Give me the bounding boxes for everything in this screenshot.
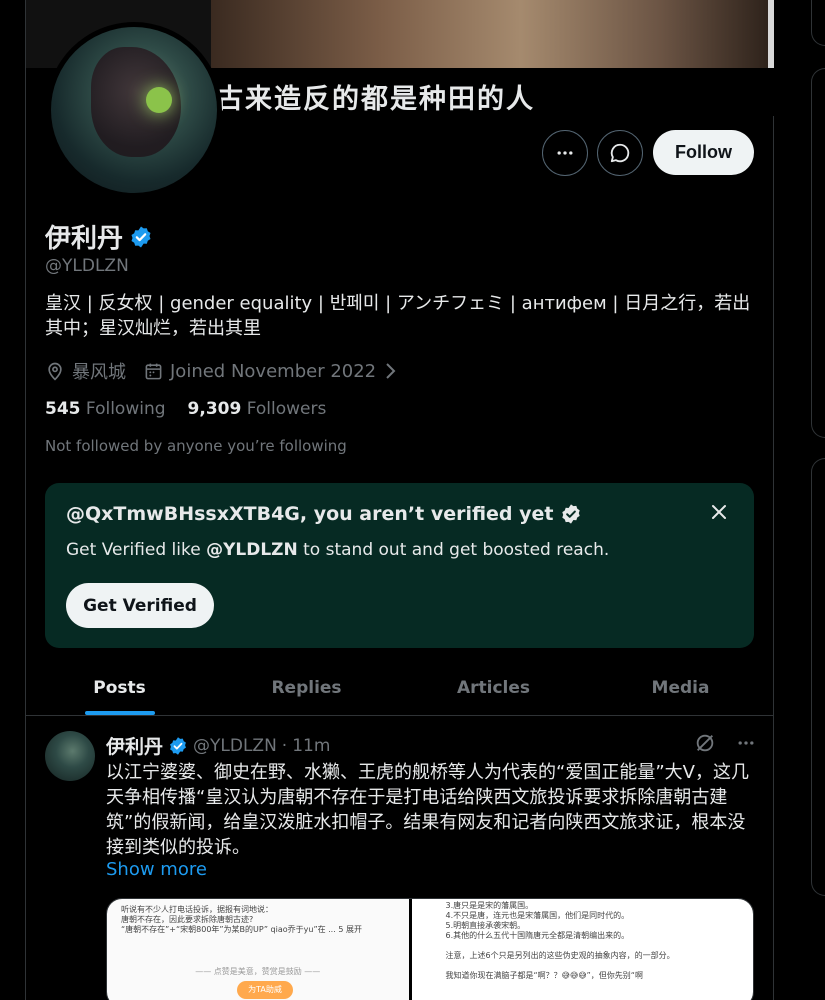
media-image-right[interactable]: 3.唐只是是宋的藩属国。 4.不只是唐，连元也是宋藩属国，他们是同时代的。 5.… [411,899,753,1000]
media-right-line: 6.其他的什么五代十国隋唐元全都是清朝编出来的。 [445,931,630,940]
tab-posts[interactable]: Posts [26,660,213,715]
media-left-line: 唐朝不存在，因此要求拆除唐朝古迹? [121,915,254,924]
media-right-line: 3.唐只是是宋的藩属国。 [445,901,534,910]
media-right-line: 4.不只是唐，连元也是宋藩属国，他们是同时代的。 [445,911,630,920]
search-box-edge[interactable] [811,0,825,46]
media-left-line: “唐朝不存在”+“宋朝800年”为某B的UP” qiao乔于yu”在 ... 5… [121,925,362,934]
name-row: 伊利丹 [45,218,153,255]
profile-meta: 暴风城 Joined November 2022 [45,358,409,384]
tab-media[interactable]: Media [587,660,774,715]
post-author-name[interactable]: 伊利丹 [106,732,163,759]
verify-text-handle[interactable]: @YLDLZN [206,540,298,560]
following-count: 545 [45,399,81,419]
verify-text-after: to stand out and get boosted reach. [297,540,610,560]
more-icon [557,151,573,155]
sidebar-card-edge [811,68,825,438]
follow-stats: 545 Following 9,309 Followers [45,399,326,419]
post-media[interactable]: 听说有不少人打电话投诉，据报有词地说： 唐朝不存在，因此要求拆除唐朝古迹? “唐… [106,898,754,1000]
verified-badge-icon[interactable] [129,225,153,249]
follow-button[interactable]: Follow [653,130,754,175]
verified-badge-icon [561,504,580,524]
display-name: 伊利丹 [45,224,124,254]
media-left-line: —— 点赞是美意，赞赏是鼓励 —— [195,967,321,976]
post-separator: · [281,735,288,756]
not-followed-note: Not followed by anyone you’re following [45,437,347,455]
verify-title-row: @QxTmwBHssxXTB4G, you aren’t verified ye… [66,503,582,525]
verify-title: @QxTmwBHssxXTB4G, you aren’t verified ye… [66,503,554,525]
location-icon [48,362,62,381]
verified-badge-icon [170,736,186,755]
verify-description: Get Verified like @YLDLZN to stand out a… [66,540,609,560]
right-sidebar-edge [811,0,825,1000]
profile-avatar[interactable] [46,22,222,198]
banner-caption: 古来造反的都是种田的人 [216,84,535,115]
chevron-right-icon [386,363,396,379]
show-more-link[interactable]: Show more [106,859,207,880]
message-icon [610,143,630,163]
following-link[interactable]: 545 Following [45,399,166,419]
post-avatar[interactable] [45,731,95,781]
banner-photo [211,0,774,68]
close-icon[interactable] [710,503,728,521]
avatar-image [51,27,217,193]
banner-edge [768,0,774,68]
media-right-line [446,941,720,951]
followers-link[interactable]: 9,309 Followers [188,399,327,419]
followers-count: 9,309 [187,399,242,419]
verify-text-before: Get Verified like [66,540,207,560]
message-button[interactable] [597,130,643,176]
post-text: 以江宁婆婆、御史在野、水獭、王虎的舰桥等人为代表的“爱国正能量”大V，这几天争相… [106,762,749,858]
calendar-icon [145,363,162,379]
media-right-line: 注意，上述6个只是另列出的这些伪史观的抽象内容，的一部分。 [445,951,675,960]
post-actions [694,732,756,754]
profile-handle: @YLDLZN [45,256,129,276]
profile-bio: 皇汉 | 反女权 | gender equality | 반페미 | アンチフェ… [45,293,751,339]
joined-text: Joined November 2022 [170,360,377,382]
post-header: 伊利丹 @YLDLZN · 11m [106,732,330,759]
profile-column: 古来造反的都是种田的人 Follow 伊利丹 @YLDLZN 皇汉 | 反女权 … [25,0,774,1000]
followers-label: Followers [246,399,327,419]
tab-replies[interactable]: Replies [213,660,400,715]
grok-icon[interactable] [694,732,716,754]
media-right-line [446,961,720,971]
post-timestamp[interactable]: 11m [292,736,330,756]
media-right-line: 5.明朝直接承袭宋朝。 [445,921,526,930]
more-options-button[interactable] [542,130,588,176]
media-image-left[interactable]: 听说有不少人打电话投诉，据报有词地说： 唐朝不存在，因此要求拆除唐朝古迹? “唐… [107,899,409,1000]
media-cheer-button: 为TA助威 [237,981,293,999]
post-author-handle[interactable]: @YLDLZN [193,736,277,756]
sidebar-card-edge [811,458,825,896]
location-text: 暴风城 [72,362,126,383]
media-left-line: 听说有不少人打电话投诉，据报有词地说： [121,905,273,914]
tab-articles[interactable]: Articles [400,660,587,715]
get-verified-button[interactable]: Get Verified [66,583,214,628]
more-icon[interactable] [736,733,756,753]
post-item[interactable]: 伊利丹 @YLDLZN · 11m 以江宁婆婆、御史在野、水獭、王虎的舰桥等人为… [26,716,774,1000]
location-item: 暴风城 [45,358,126,384]
profile-tabs: Posts Replies Articles Media [26,660,774,716]
media-left-line [121,935,395,945]
joined-item[interactable]: Joined November 2022 [144,361,397,382]
verify-prompt-card: @QxTmwBHssxXTB4G, you aren’t verified ye… [45,483,754,648]
media-right-line: 我知道你现在满脑子都是“啊？？😅😅😅”，但你先别“啊 [445,971,643,980]
following-label: Following [85,399,166,419]
